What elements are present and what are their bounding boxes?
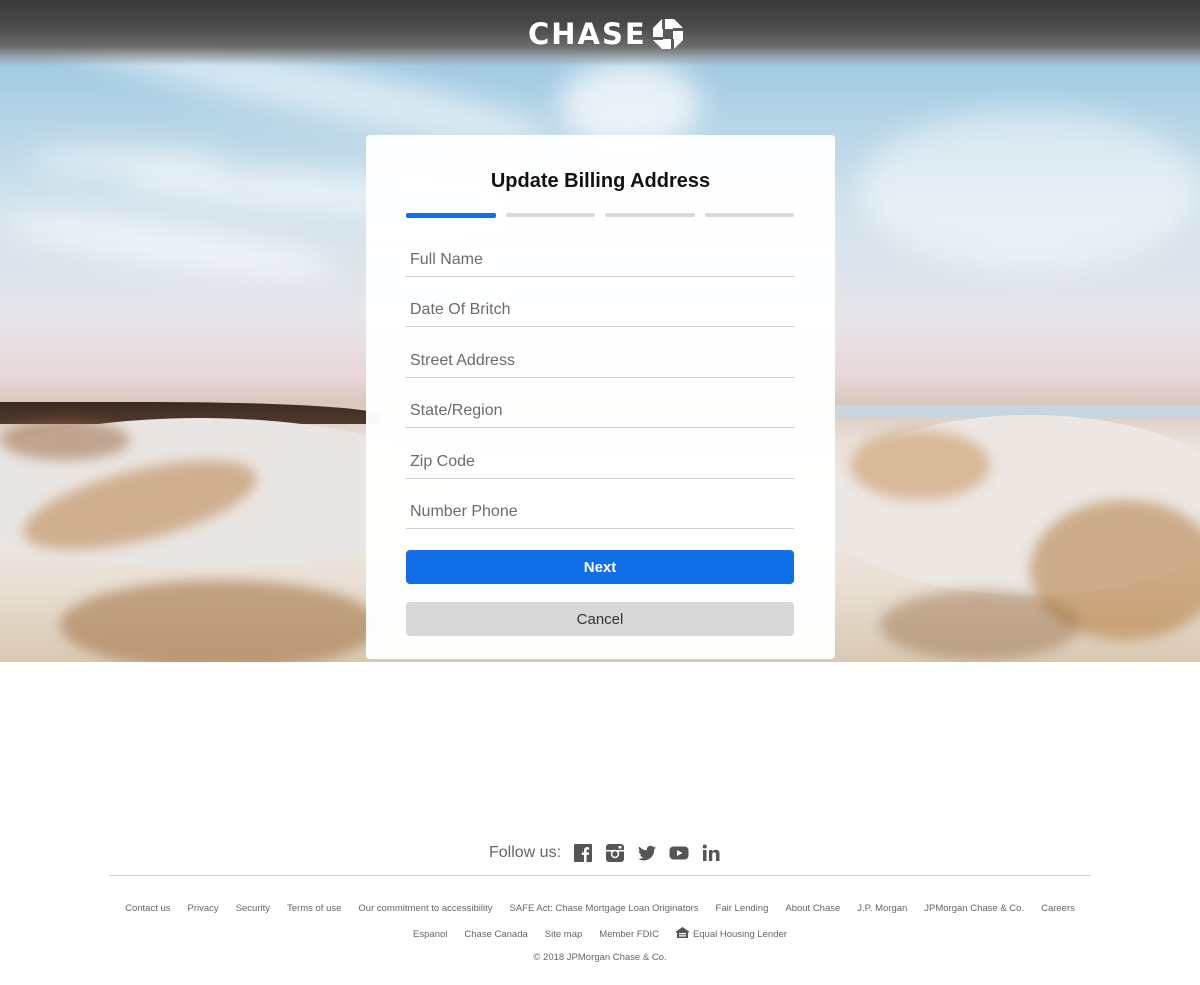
instagram-icon[interactable] — [605, 843, 625, 863]
jp-morgan-link[interactable]: J.P. Morgan — [857, 903, 907, 914]
full-name-input[interactable] — [406, 243, 794, 277]
billing-form-card: Update Billing Address Next Cancel — [366, 135, 835, 659]
espanol-link[interactable]: Espanol — [413, 927, 447, 941]
progress-steps — [406, 213, 794, 218]
footer-links-secondary: Espanol Chase Canada Site map Member FDI… — [0, 927, 1200, 941]
site-map-link[interactable]: Site map — [545, 927, 583, 941]
chase-octagon-icon — [652, 19, 683, 49]
footer-links-primary: Contact us Privacy Security Terms of use… — [0, 903, 1200, 914]
progress-step-4 — [704, 213, 794, 217]
linkedin-icon[interactable] — [701, 843, 721, 863]
form-title: Update Billing Address — [490, 170, 711, 192]
fair-lending-link[interactable]: Fair Lending — [716, 903, 769, 914]
cancel-button[interactable]: Cancel — [406, 602, 794, 636]
facebook-icon[interactable] — [573, 843, 593, 863]
accessibility-link[interactable]: Our commitment to accessibility — [358, 903, 492, 914]
next-button[interactable]: Next — [406, 550, 794, 584]
jpmorgan-chase-link[interactable]: JPMorgan Chase & Co. — [924, 903, 1024, 914]
member-fdic-link[interactable]: Member FDIC — [599, 927, 659, 941]
brand-name: CHASE — [528, 17, 647, 51]
state-region-input[interactable] — [406, 394, 794, 428]
equal-housing-label: Equal Housing Lender — [692, 928, 787, 940]
contact-us-link[interactable]: Contact us — [125, 903, 170, 914]
progress-step-1 — [406, 213, 496, 218]
zip-code-input[interactable] — [406, 445, 794, 479]
chase-logo[interactable]: CHASE — [528, 18, 683, 50]
careers-link[interactable]: Careers — [1041, 903, 1075, 914]
privacy-link[interactable]: Privacy — [188, 903, 219, 914]
safe-act-link[interactable]: SAFE Act: Chase Mortgage Loan Originator… — [510, 903, 699, 914]
equal-housing-link[interactable]: Equal Housing Lender — [675, 927, 787, 941]
footer-divider — [110, 875, 1090, 876]
progress-step-3 — [605, 213, 695, 217]
date-of-birth-input[interactable] — [406, 293, 794, 327]
top-header: CHASE — [0, 0, 1200, 66]
twitter-icon[interactable] — [637, 843, 657, 863]
copyright: © 2018 JPMorgan Chase & Co. — [533, 952, 667, 963]
about-chase-link[interactable]: About Chase — [785, 903, 840, 914]
equal-housing-icon — [675, 927, 689, 941]
security-link[interactable]: Security — [236, 903, 270, 914]
youtube-icon[interactable] — [669, 843, 689, 863]
progress-step-2 — [505, 213, 595, 217]
phone-number-input[interactable] — [406, 495, 794, 529]
street-address-input[interactable] — [406, 344, 794, 378]
follow-us: Follow us: — [489, 842, 721, 864]
follow-label: Follow us: — [489, 844, 562, 861]
terms-of-use-link[interactable]: Terms of use — [287, 903, 341, 914]
chase-canada-link[interactable]: Chase Canada — [464, 927, 527, 941]
